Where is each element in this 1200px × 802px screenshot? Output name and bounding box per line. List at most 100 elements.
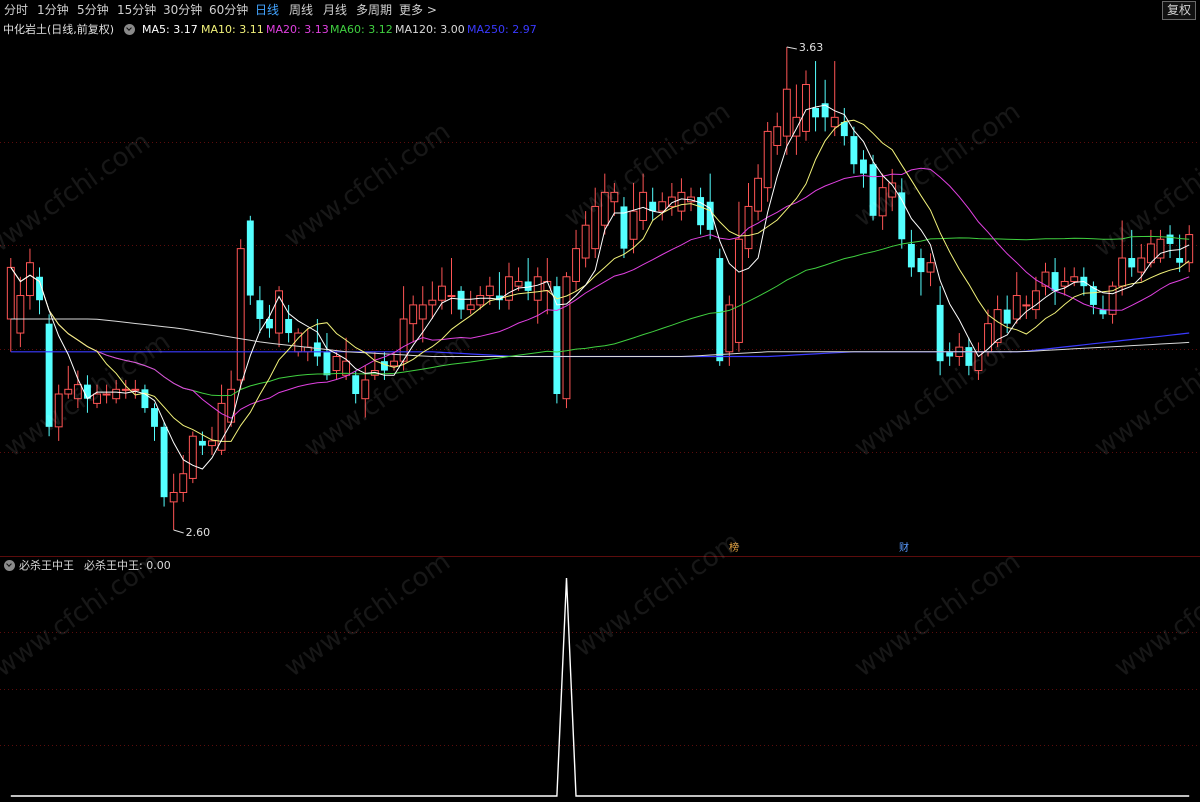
candle-body	[285, 318, 293, 334]
tab-monthly[interactable]: 月线	[323, 2, 347, 18]
indicator-toggle-icon[interactable]	[4, 560, 15, 571]
candle-body	[121, 388, 130, 391]
candle	[629, 182, 638, 254]
candle-body	[936, 304, 944, 362]
tab-multi-period[interactable]: 多周期	[356, 2, 392, 18]
candle	[1012, 272, 1021, 324]
candle	[352, 370, 360, 404]
tab-weekly[interactable]: 周线	[289, 2, 313, 18]
candle	[888, 168, 897, 212]
candle-body	[112, 388, 121, 400]
candle	[275, 286, 283, 348]
candle	[562, 272, 571, 409]
candle	[667, 182, 676, 216]
tab-intraday[interactable]: 分时	[4, 2, 28, 18]
candle	[102, 384, 111, 404]
candle-body	[323, 351, 331, 376]
candle-body	[1118, 257, 1127, 287]
tab-15min[interactable]: 15分钟	[117, 2, 156, 18]
indicator-chart[interactable]	[0, 575, 1200, 802]
indicator-name: 必杀王中王	[19, 559, 74, 572]
candle	[639, 173, 648, 230]
candle	[303, 328, 312, 362]
indicator-line	[10, 577, 1190, 797]
candle	[141, 384, 149, 413]
tab-60min[interactable]: 60分钟	[209, 2, 248, 18]
finance-badge-icon[interactable]: 财	[898, 542, 910, 555]
candle-body	[26, 262, 34, 297]
ma20-line	[10, 167, 1190, 419]
candle-body	[457, 290, 465, 310]
indicator-value: 必杀王中王: 0.00	[84, 559, 171, 572]
candle	[236, 239, 245, 390]
candle-body	[437, 285, 446, 301]
tab-more[interactable]: 更多 >	[399, 2, 437, 18]
candle	[782, 47, 791, 155]
candle-body	[409, 304, 418, 325]
tab-30min[interactable]: 30分钟	[163, 2, 202, 18]
candle	[188, 431, 197, 484]
candle	[1146, 229, 1155, 268]
candle-body	[754, 177, 763, 212]
candle-body	[447, 295, 456, 298]
candle-body	[151, 408, 158, 427]
candle-body	[169, 491, 178, 503]
candle-body	[677, 191, 686, 212]
tab-daily[interactable]: 日线	[255, 2, 279, 18]
candle	[907, 229, 915, 277]
candle-body	[428, 299, 437, 306]
candle	[524, 258, 532, 301]
ma20-label: MA20: 3.13	[266, 23, 329, 36]
candle	[802, 70, 810, 141]
candle-body	[179, 473, 188, 493]
candle-body	[533, 276, 542, 301]
candle	[1166, 225, 1174, 259]
low-price-label-leader	[173, 529, 184, 534]
candle-body	[553, 286, 561, 395]
candle-body	[946, 351, 954, 357]
candle-body	[93, 393, 101, 404]
candle-body	[188, 435, 197, 479]
candle-body	[64, 388, 73, 395]
candle	[36, 267, 43, 315]
candle	[734, 201, 743, 352]
candle-body	[1003, 309, 1011, 324]
candle-body	[591, 205, 600, 250]
candle-body	[860, 159, 867, 174]
tab-5min[interactable]: 5分钟	[77, 2, 109, 18]
candle	[323, 333, 331, 380]
ma10-label: MA10: 3.11	[201, 23, 264, 36]
candle-body	[466, 304, 475, 311]
candle	[572, 229, 580, 291]
chevron-down-icon[interactable]	[124, 24, 135, 35]
candle	[1099, 295, 1107, 319]
candle-body	[581, 224, 590, 259]
candle	[898, 178, 906, 249]
candlestick-chart[interactable]: 3.63 2.60	[0, 39, 1200, 555]
candle	[792, 84, 801, 155]
candle	[553, 276, 561, 404]
candle	[878, 173, 887, 230]
candle-body	[812, 107, 820, 118]
candle-body	[917, 258, 925, 273]
high-price-label: 3.63	[799, 41, 824, 54]
candle	[591, 187, 600, 259]
tab-1min[interactable]: 1分钟	[37, 2, 69, 18]
candle	[73, 370, 82, 409]
candle	[620, 197, 628, 259]
candle	[744, 182, 753, 259]
candle-body	[476, 295, 485, 306]
candle	[45, 314, 53, 437]
candle	[610, 182, 619, 216]
adjust-button[interactable]: 复权	[1161, 1, 1196, 20]
candle	[151, 403, 158, 441]
candle	[409, 295, 418, 343]
candle	[26, 248, 34, 310]
candle	[1156, 229, 1165, 263]
candle	[370, 351, 379, 380]
candle-body	[313, 342, 321, 357]
ranking-badge-icon[interactable]: 榜	[728, 542, 740, 555]
candle	[1185, 225, 1194, 273]
candle	[313, 318, 321, 366]
candle-body	[600, 191, 609, 226]
